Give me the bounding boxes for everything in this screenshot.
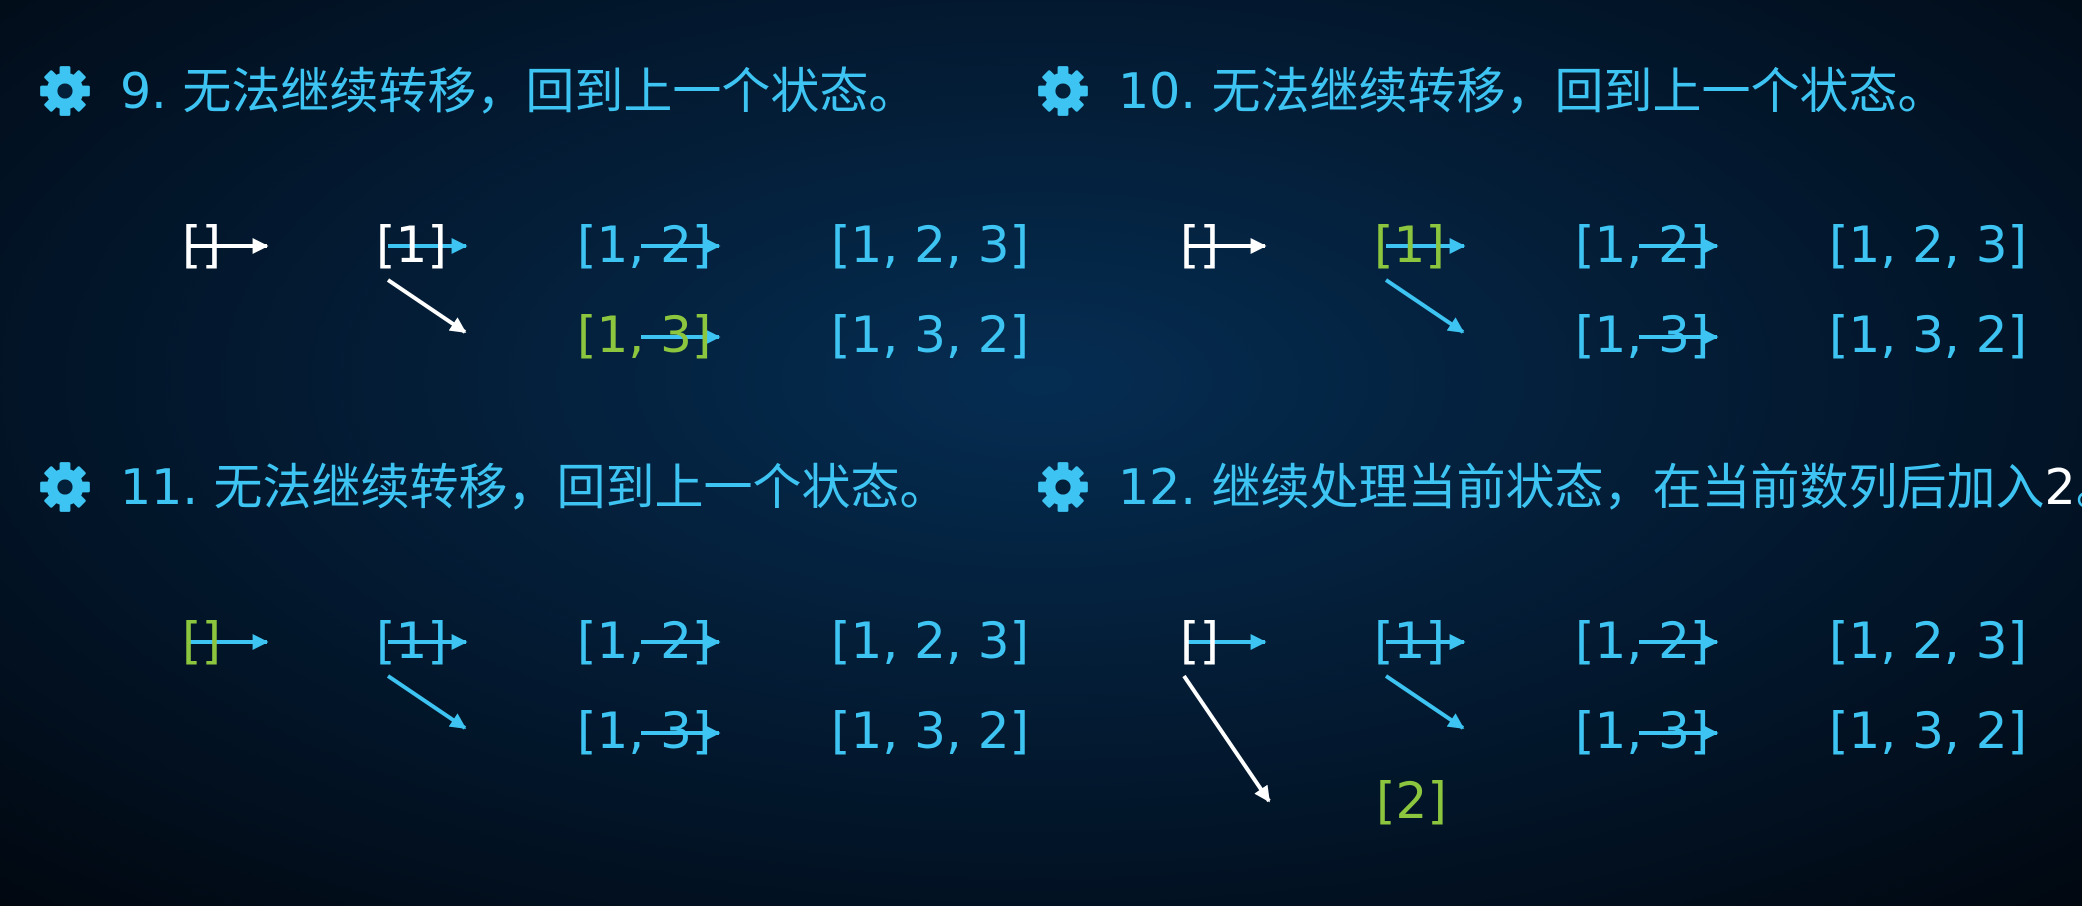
state-node-n12: [1, 2]: [577, 612, 712, 670]
state-node-n1: [1]: [1374, 612, 1445, 670]
title-text: 11. 无法继续转移，回到上一个状态。: [120, 459, 949, 516]
state-node-n1: [1]: [376, 612, 447, 670]
panel-2-title: 10. 无法继续转移，回到上一个状态。: [1036, 57, 1947, 127]
title-text: 10. 无法继续转移，回到上一个状态。: [1118, 63, 1947, 120]
slide: 9. 无法继续转移，回到上一个状态。 [] [1] [1, 2] [1, 2, 3] [1…: [0, 0, 2082, 906]
state-node-n132: [1, 3, 2]: [831, 306, 1030, 364]
panel-4-title: 12. 继续处理当前状态，在当前数列后加入2。: [1036, 453, 2082, 523]
state-node-n123: [1, 2, 3]: [1829, 612, 2028, 670]
state-node-empty: []: [1180, 216, 1220, 274]
arrow-n1-to-n13: [386, 278, 467, 334]
state-node-n12: [1, 2]: [577, 216, 712, 274]
state-node-n123: [1, 2, 3]: [831, 612, 1030, 670]
arrow-empty-to-n2: [1182, 674, 1271, 803]
state-node-n123: [1, 2, 3]: [1829, 216, 2028, 274]
panel-1-title: 9. 无法继续转移，回到上一个状态。: [38, 57, 917, 127]
arrow-n1-to-n13: [1384, 278, 1465, 334]
state-node-n132: [1, 3, 2]: [1829, 702, 2028, 760]
state-node-empty: []: [182, 612, 222, 670]
gear-icon: [1038, 65, 1088, 116]
gear-icon: [40, 65, 90, 116]
panel-3-title: 11. 无法继续转移，回到上一个状态。: [38, 453, 949, 523]
state-node-empty: []: [1180, 612, 1220, 670]
state-node-n13: [1, 3]: [1575, 702, 1710, 760]
gear-icon: [40, 461, 90, 512]
state-node-n13: [1, 3]: [577, 702, 712, 760]
title-text: 9. 无法继续转移，回到上一个状态。: [120, 63, 918, 120]
state-node-n13: [1, 3]: [1575, 306, 1710, 364]
state-node-empty: []: [182, 216, 222, 274]
arrow-n1-to-n13: [1384, 674, 1465, 730]
gear-icon: [1038, 461, 1088, 512]
state-node-n132: [1, 3, 2]: [1829, 306, 2028, 364]
title-highlight: 2: [2044, 459, 2076, 516]
state-node-n1: [1]: [1374, 216, 1445, 274]
state-node-n13: [1, 3]: [577, 306, 712, 364]
title-text: 12. 继续处理当前状态，在当前数列后加入: [1118, 459, 2045, 516]
state-node-n12: [1, 2]: [1575, 612, 1710, 670]
state-node-n12: [1, 2]: [1575, 216, 1710, 274]
arrow-n1-to-n13: [386, 674, 467, 730]
title-end: 。: [2076, 459, 2082, 516]
state-node-n132: [1, 3, 2]: [831, 702, 1030, 760]
state-node-n123: [1, 2, 3]: [831, 216, 1030, 274]
state-node-n2: [2]: [1376, 772, 1447, 830]
state-node-n1: [1]: [376, 216, 447, 274]
